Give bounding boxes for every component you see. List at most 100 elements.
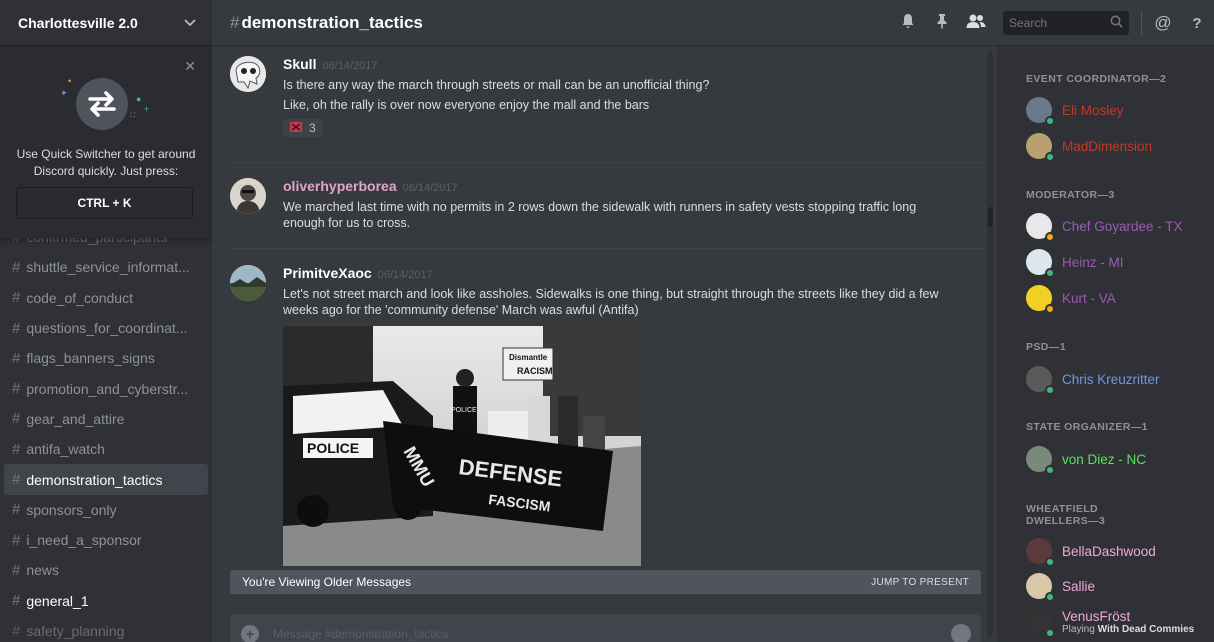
member-list: EVENT COORDINATOR—2 Eli Mosley MadDimens… bbox=[997, 46, 1214, 642]
channel-item[interactable]: # sponsors_only bbox=[4, 495, 208, 525]
older-messages-bar: You're Viewing Older Messages JUMP TO PR… bbox=[230, 570, 981, 594]
avatar bbox=[1026, 609, 1055, 638]
bell-icon[interactable] bbox=[891, 13, 925, 34]
member-item[interactable]: Eli Mosley bbox=[1026, 94, 1206, 126]
hash-icon: # bbox=[12, 592, 21, 610]
channel-item[interactable]: # i_need_a_sponsor bbox=[4, 525, 208, 555]
channel-label: i_need_a_sponsor bbox=[26, 532, 142, 549]
member-item[interactable]: MadDimension bbox=[1026, 130, 1206, 162]
discord-window: Charlottesville 2.0 #confirmed_participa… bbox=[0, 0, 1214, 642]
avatar[interactable] bbox=[230, 178, 266, 214]
reaction-button[interactable]: 3 bbox=[283, 119, 322, 137]
avatar bbox=[1026, 285, 1055, 314]
channel-item[interactable]: # news bbox=[4, 555, 208, 585]
channel-item[interactable]: # code_of_conduct bbox=[4, 283, 208, 313]
message-author[interactable]: Skull bbox=[283, 56, 316, 72]
chevron-down-icon[interactable] bbox=[184, 16, 196, 30]
channel-item-unread[interactable]: # general_1 bbox=[4, 586, 208, 616]
shortcut-key: CTRL + K bbox=[16, 187, 193, 219]
guild-name: Charlottesville 2.0 bbox=[18, 14, 138, 31]
avatar bbox=[1026, 538, 1055, 567]
message-text: Like, oh the rally is over now everyone … bbox=[283, 98, 650, 112]
message-author[interactable]: oliverhyperborea bbox=[283, 178, 397, 194]
channel-item[interactable]: # shuttle_service_informat... bbox=[4, 252, 208, 282]
member-item[interactable]: Sallie bbox=[1026, 570, 1206, 602]
channel-item[interactable]: # flags_banners_signs bbox=[4, 343, 208, 373]
message-timestamp: 06/14/2017 bbox=[377, 269, 433, 281]
avatar bbox=[1026, 133, 1055, 162]
mention-icon[interactable]: @ bbox=[1146, 13, 1180, 33]
channel-label: code_of_conduct bbox=[26, 289, 133, 306]
message-divider bbox=[230, 248, 992, 249]
hash-icon: # bbox=[12, 319, 21, 337]
upload-plus-icon[interactable]: + bbox=[241, 625, 259, 642]
member-item[interactable]: Chris Kreuzritter bbox=[1026, 363, 1206, 395]
quick-switcher-line: Use Quick Switcher to get around bbox=[16, 147, 196, 161]
activity-prefix: Playing bbox=[1062, 623, 1095, 635]
channel-item[interactable]: # promotion_and_cyberstr... bbox=[4, 373, 208, 403]
hash-icon: # bbox=[12, 440, 21, 458]
member-item[interactable]: Kurt - VA bbox=[1026, 282, 1206, 314]
member-item[interactable]: VenusFröst Playing With Dead Commies bbox=[1026, 605, 1206, 639]
status-online-icon bbox=[1045, 592, 1055, 602]
sparkle-icon: ✦ bbox=[60, 88, 68, 98]
toolbar-divider bbox=[1141, 11, 1142, 35]
help-icon[interactable]: ? bbox=[1180, 15, 1214, 32]
status-online-icon bbox=[1045, 385, 1055, 395]
avatar bbox=[1026, 573, 1055, 602]
message-text: Is there any way the march through stree… bbox=[283, 78, 710, 92]
members-icon[interactable] bbox=[959, 13, 993, 34]
search-input[interactable]: Search bbox=[1003, 11, 1129, 35]
channel-item[interactable]: # questions_for_coordinat... bbox=[4, 313, 208, 343]
search-icon bbox=[1110, 15, 1123, 31]
message-composer: + bbox=[230, 614, 981, 642]
hash-icon: # bbox=[230, 12, 240, 32]
image-text: POLICE bbox=[451, 407, 477, 414]
guild-header[interactable]: Charlottesville 2.0 bbox=[0, 0, 212, 46]
channel-item[interactable]: # safety_planning bbox=[4, 616, 208, 642]
sparkle-icon: + bbox=[144, 104, 150, 114]
member-name: VenusFröst bbox=[1062, 608, 1131, 624]
pin-icon[interactable] bbox=[925, 13, 959, 34]
channel-label: general_1 bbox=[26, 592, 89, 609]
scrollbar-thumb[interactable] bbox=[988, 207, 993, 227]
image-attachment[interactable]: POLICE POLICE Dismantle RACISM DEFENSE F… bbox=[283, 326, 641, 566]
jump-to-present-button[interactable]: JUMP TO PRESENT bbox=[871, 577, 969, 588]
avatar[interactable] bbox=[230, 56, 266, 92]
emoji-picker-icon[interactable] bbox=[951, 624, 971, 642]
member-name: von Diez - NC bbox=[1062, 451, 1147, 467]
member-item[interactable]: von Diez - NC bbox=[1026, 443, 1206, 475]
swap-arrows-icon bbox=[76, 78, 128, 130]
message-text: Let's not street march and look like ass… bbox=[283, 287, 939, 317]
channel-item[interactable]: # antifa_watch bbox=[4, 434, 208, 464]
status-online-icon bbox=[1045, 268, 1055, 278]
hash-icon: # bbox=[12, 561, 21, 579]
member-item[interactable]: Heinz - MI bbox=[1026, 246, 1206, 278]
member-name: Eli Mosley bbox=[1062, 102, 1124, 118]
channel-label: safety_planning bbox=[26, 623, 125, 639]
channel-label: shuttle_service_informat... bbox=[26, 259, 190, 276]
avatar[interactable] bbox=[230, 265, 266, 301]
role-header-line: DWELLERS—3 bbox=[1026, 515, 1106, 527]
message-input[interactable] bbox=[273, 627, 951, 641]
role-header: PSD—1 bbox=[1026, 341, 1066, 353]
sparkle-icon: • bbox=[68, 76, 72, 86]
close-icon[interactable]: ✕ bbox=[184, 58, 196, 75]
avatar bbox=[1026, 213, 1055, 242]
member-item[interactable]: Chef Goyardee - TX bbox=[1026, 210, 1206, 242]
scrollbar-track[interactable] bbox=[987, 50, 993, 638]
activity-game: With Dead Commies bbox=[1097, 623, 1195, 635]
message-author[interactable]: PrimitveXaoc bbox=[283, 265, 372, 281]
member-name: BellaDashwood bbox=[1062, 543, 1156, 559]
channel-title-label: demonstration_tactics bbox=[241, 12, 423, 32]
sparkle-icon: ● bbox=[136, 94, 142, 104]
avatar bbox=[1026, 446, 1055, 475]
channel-item[interactable]: # gear_and_attire bbox=[4, 404, 208, 434]
hash-icon: # bbox=[12, 349, 21, 367]
hash-icon: # bbox=[12, 289, 21, 307]
channel-item-active[interactable]: # demonstration_tactics bbox=[4, 464, 208, 495]
role-header: MODERATOR—3 bbox=[1026, 189, 1115, 201]
member-item[interactable]: BellaDashwood bbox=[1026, 535, 1206, 567]
emoji-icon bbox=[289, 121, 303, 136]
message-text: We marched last time with no permits in … bbox=[283, 200, 917, 230]
